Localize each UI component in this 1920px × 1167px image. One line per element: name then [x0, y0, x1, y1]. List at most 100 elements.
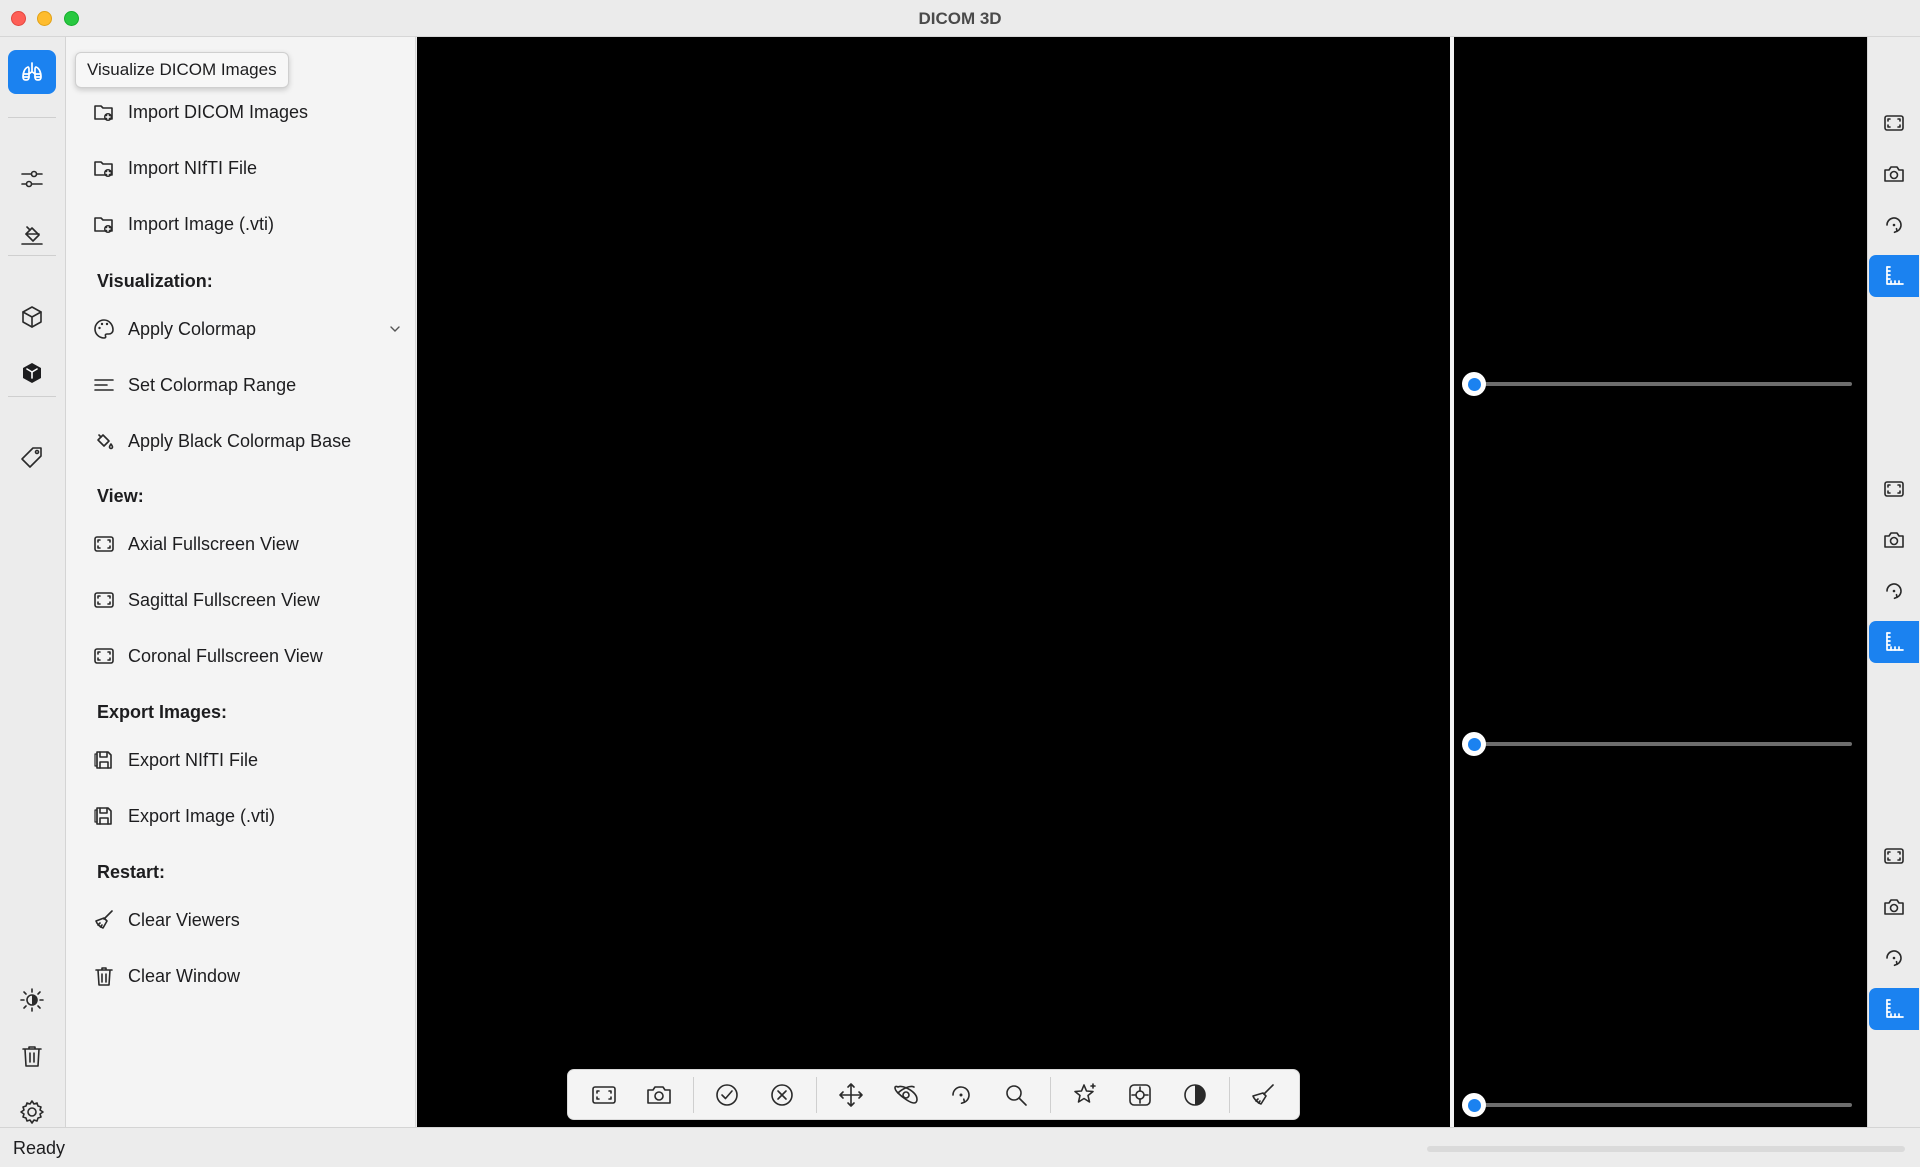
- chevron-down-icon: [390, 326, 400, 332]
- paint-bucket-icon: [97, 434, 114, 450]
- slider-track[interactable]: [1474, 382, 1852, 386]
- clear-tool-button[interactable]: [1236, 1072, 1291, 1118]
- title-bar: DICOM 3D: [0, 0, 1920, 37]
- fullscreen-icon: [1884, 481, 1904, 497]
- crosshair-icon: [1129, 1083, 1151, 1106]
- volume-render-button[interactable]: [8, 351, 56, 395]
- slider-handle[interactable]: [1462, 732, 1486, 756]
- export-nifti-file-item[interactable]: Export NIfTI File: [92, 740, 402, 780]
- menu-item-label: Set Colormap Range: [128, 374, 297, 395]
- slider-track[interactable]: [1474, 1103, 1852, 1107]
- rotate-icon: [1886, 583, 1902, 600]
- apply-black-colormap-base-item[interactable]: Apply Black Colormap Base: [92, 421, 402, 461]
- clear-window-item[interactable]: Clear Window: [92, 956, 402, 996]
- visualize-dicom-button[interactable]: [8, 50, 56, 94]
- axial-screenshot-button[interactable]: [1869, 153, 1919, 195]
- axial-slice-slider[interactable]: [1462, 372, 1852, 396]
- horizontal-scrollbar[interactable]: [1427, 1146, 1905, 1152]
- cube-outline-icon: [22, 306, 42, 328]
- orbit-tool-button[interactable]: [878, 1072, 933, 1118]
- delete-button[interactable]: [8, 1034, 56, 1078]
- fullscreen-icon: [94, 648, 114, 664]
- coronal-slice-slider[interactable]: [1462, 1093, 1852, 1117]
- import-image-vti-item[interactable]: Import Image (.vti): [92, 204, 402, 244]
- save-icon: [94, 807, 112, 825]
- palette-icon: [94, 319, 114, 339]
- slider-handle[interactable]: [1462, 372, 1486, 396]
- import-dicom-images-item[interactable]: Import DICOM Images: [92, 92, 402, 132]
- slider-handle[interactable]: [1462, 1093, 1486, 1117]
- magic-tool-button[interactable]: [1057, 1072, 1112, 1118]
- fullscreen-icon: [94, 592, 114, 608]
- brightness-button[interactable]: [8, 978, 56, 1022]
- screenshot-tool-button[interactable]: [631, 1072, 686, 1118]
- rotate-icon: [1886, 217, 1902, 234]
- menu-item-label: Import DICOM Images: [128, 101, 309, 122]
- export-images-section-label: Export Images:: [97, 702, 228, 722]
- gear-icon: [20, 1100, 44, 1124]
- left-icon-rail: [0, 37, 66, 1127]
- menu-panel: Import DICOM Images Import NIfTI File Im…: [66, 37, 416, 1127]
- status-bar: Ready: [0, 1127, 1920, 1167]
- menu-item-label: Apply Black Colormap Base: [128, 430, 352, 451]
- menu-item-label: Coronal Fullscreen View: [128, 645, 323, 666]
- lungs-icon: [22, 62, 42, 81]
- sagittal-ruler-button[interactable]: [1869, 621, 1919, 663]
- import-nifti-file-item[interactable]: Import NIfTI File: [92, 148, 402, 188]
- volume-outline-button[interactable]: [8, 295, 56, 339]
- menu-item-label: Clear Window: [128, 965, 241, 986]
- slider-track[interactable]: [1474, 742, 1852, 746]
- main-3d-viewer[interactable]: [417, 37, 1450, 1127]
- broom-icon: [1252, 1083, 1275, 1105]
- save-icon: [94, 751, 112, 769]
- coronal-fullscreen-button[interactable]: [1869, 835, 1919, 877]
- confirm-tool-button[interactable]: [699, 1072, 754, 1118]
- fullscreen-tool-button[interactable]: [576, 1072, 631, 1118]
- check-circle-icon: [716, 1083, 738, 1106]
- cancel-tool-button[interactable]: [755, 1072, 810, 1118]
- slice-viewers-column[interactable]: [1454, 37, 1867, 1127]
- rotate-icon: [1886, 950, 1902, 967]
- sagittal-fullscreen-button[interactable]: [1869, 468, 1919, 510]
- export-image-vti-item[interactable]: Export Image (.vti): [92, 796, 402, 836]
- lines-icon: [94, 379, 114, 391]
- coronal-fullscreen-view-item[interactable]: Coronal Fullscreen View: [92, 636, 402, 676]
- menu-item-label: Export NIfTI File: [128, 749, 259, 770]
- contrast-tool-button[interactable]: [1167, 1072, 1222, 1118]
- sagittal-rotate-button[interactable]: [1869, 570, 1919, 612]
- window-title: DICOM 3D: [918, 9, 1002, 28]
- search-icon: [1006, 1084, 1028, 1106]
- visualization-section-label: Visualization:: [97, 271, 213, 291]
- sagittal-slice-slider[interactable]: [1462, 732, 1852, 756]
- sagittal-screenshot-button[interactable]: [1869, 519, 1919, 561]
- menu-item-label: Import NIfTI File: [128, 157, 258, 178]
- axial-fullscreen-button[interactable]: [1869, 102, 1919, 144]
- sparkle-star-icon: [1073, 1082, 1096, 1103]
- menu-item-label: Axial Fullscreen View: [128, 533, 299, 554]
- coronal-rotate-button[interactable]: [1869, 937, 1919, 979]
- view-section-label: View:: [97, 486, 144, 506]
- right-tool-rail: [1867, 37, 1920, 1127]
- sagittal-fullscreen-view-item[interactable]: Sagittal Fullscreen View: [92, 580, 402, 620]
- status-text: Ready: [13, 1138, 66, 1158]
- camera-icon: [1884, 532, 1904, 548]
- paint-bucket-icon: [21, 226, 43, 245]
- pan-tool-button[interactable]: [823, 1072, 878, 1118]
- apply-colormap-item[interactable]: Apply Colormap: [92, 309, 402, 349]
- axial-fullscreen-view-item[interactable]: Axial Fullscreen View: [92, 524, 402, 564]
- fill-button[interactable]: [8, 213, 56, 257]
- coronal-ruler-button[interactable]: [1869, 988, 1919, 1030]
- folder-add-icon: [94, 105, 113, 121]
- adjustments-button[interactable]: [8, 157, 56, 201]
- coronal-screenshot-button[interactable]: [1869, 886, 1919, 928]
- close-circle-icon: [771, 1083, 794, 1106]
- axial-rotate-button[interactable]: [1869, 204, 1919, 246]
- rotate-tool-button[interactable]: [933, 1072, 988, 1118]
- crosshair-tool-button[interactable]: [1112, 1072, 1167, 1118]
- clear-viewers-item[interactable]: Clear Viewers: [92, 900, 402, 940]
- camera-icon: [1884, 899, 1904, 915]
- axial-ruler-button[interactable]: [1869, 255, 1919, 297]
- set-colormap-range-item[interactable]: Set Colormap Range: [92, 365, 402, 405]
- zoom-tool-button[interactable]: [989, 1072, 1044, 1118]
- labels-button[interactable]: [8, 436, 56, 480]
